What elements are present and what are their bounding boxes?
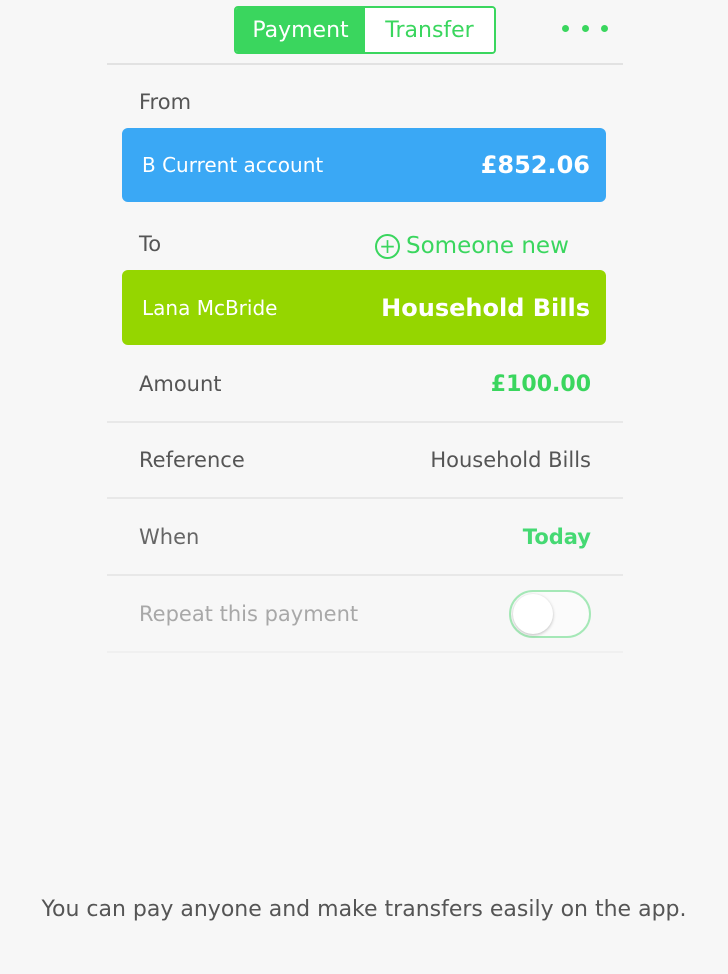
to-label: To (139, 232, 162, 256)
recipient-name: Lana McBride (142, 295, 278, 320)
when-label: When (139, 525, 200, 549)
toggle-knob (513, 594, 553, 634)
more-icon[interactable] (562, 16, 608, 40)
from-account-balance: £852.06 (480, 151, 590, 179)
recipient-account: Household Bills (381, 293, 590, 322)
someone-new-label: Someone new (406, 233, 569, 259)
reference-label: Reference (139, 448, 245, 472)
caption-text: You can pay anyone and make transfers ea… (41, 897, 687, 922)
more-dot (562, 24, 569, 32)
amount-row[interactable]: Amount £100.00 (107, 347, 623, 423)
tab-payment[interactable]: Payment (236, 8, 365, 52)
repeat-label: Repeat this payment (139, 602, 359, 626)
someone-new-button[interactable]: + Someone new (375, 230, 569, 262)
to-recipient-card[interactable]: Lana McBride Household Bills (122, 270, 606, 345)
reference-value: Household Bills (430, 448, 591, 472)
amount-value: £100.00 (490, 371, 591, 397)
when-value: Today (522, 525, 591, 549)
payment-screen: { "header": { "tabs": [ {"label": "Payme… (0, 0, 728, 974)
repeat-payment-toggle[interactable] (509, 590, 591, 638)
more-dot (601, 24, 608, 32)
from-account-card[interactable]: B Current account £852.06 (122, 128, 606, 202)
from-label: From (139, 90, 192, 114)
from-account-name: B Current account (142, 153, 324, 177)
payment-transfer-segmented-control: Payment Transfer (234, 6, 496, 54)
when-row[interactable]: When Today (107, 500, 623, 576)
repeat-row: Repeat this payment (107, 577, 623, 653)
header-divider (107, 63, 623, 65)
plus-circle-icon: + (375, 233, 400, 259)
more-dot (581, 24, 589, 32)
amount-label: Amount (139, 372, 222, 396)
tab-transfer[interactable]: Transfer (365, 8, 494, 52)
reference-row[interactable]: Reference Household Bills (107, 423, 623, 499)
